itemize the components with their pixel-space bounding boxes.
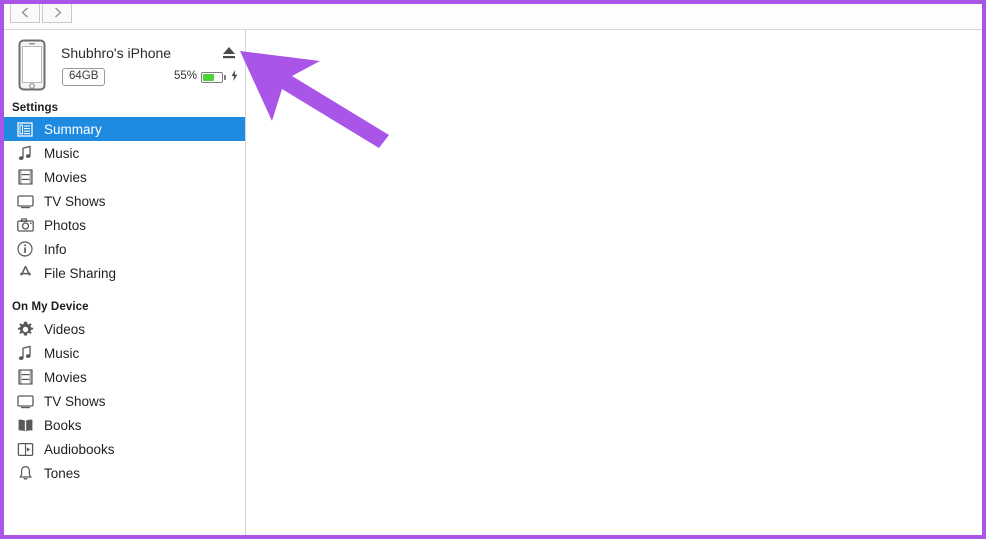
- sidebar-item-music[interactable]: Music: [4, 141, 245, 165]
- info-circle-icon: [14, 239, 36, 259]
- sidebar-item-label: Videos: [44, 321, 86, 337]
- sidebar-item-label: Music: [44, 145, 80, 161]
- sidebar-item-videos[interactable]: Videos: [4, 317, 245, 341]
- top-navigation-bar: [4, 4, 982, 30]
- sidebar-item-device-movies[interactable]: Movies: [4, 365, 245, 389]
- sidebar-item-label: Books: [44, 417, 82, 433]
- eject-button[interactable]: [219, 44, 239, 62]
- sidebar-item-label: Photos: [44, 217, 87, 233]
- audiobook-icon: [14, 439, 36, 459]
- film-strip-icon: [14, 167, 36, 187]
- sidebar-item-label: Info: [44, 241, 67, 257]
- film-strip-icon: [14, 367, 36, 387]
- sidebar-item-label: Audiobooks: [44, 441, 115, 457]
- itunes-device-window: Shubhro's iPhone 64GB 55% Settings Summa…: [0, 0, 986, 539]
- sidebar-item-tones[interactable]: Tones: [4, 461, 245, 485]
- tv-monitor-icon: [14, 391, 36, 411]
- file-sharing-icon: [14, 263, 36, 283]
- music-note-icon: [14, 143, 36, 163]
- iphone-icon: [16, 39, 48, 91]
- sidebar-item-label: TV Shows: [44, 393, 106, 409]
- music-note-icon: [14, 343, 36, 363]
- settings-section-title: Settings: [12, 102, 59, 114]
- sidebar-item-label: Tones: [44, 465, 81, 481]
- bell-icon: [14, 463, 36, 483]
- device-header: Shubhro's iPhone 64GB 55%: [4, 30, 245, 95]
- battery-cap: [224, 74, 227, 80]
- chevron-right-icon: [52, 6, 63, 19]
- camera-icon: [14, 215, 36, 235]
- device-capacity-badge: 64GB: [62, 68, 106, 86]
- sidebar-item-label: Movies: [44, 169, 87, 185]
- forward-button[interactable]: [42, 4, 72, 23]
- sidebar-item-label: Movies: [44, 369, 87, 385]
- sidebar-item-label: TV Shows: [44, 193, 106, 209]
- device-name: Shubhro's iPhone: [61, 45, 172, 61]
- open-book-icon: [14, 415, 36, 435]
- battery-percent-label: 55%: [174, 70, 198, 83]
- summary-content-pane: [246, 30, 982, 535]
- sidebar-item-device-tv-shows[interactable]: TV Shows: [4, 389, 245, 413]
- sidebar-item-photos[interactable]: Photos: [4, 213, 245, 237]
- nav-button-group: [10, 4, 72, 23]
- tv-monitor-icon: [14, 191, 36, 211]
- sidebar-item-label: Music: [44, 345, 80, 361]
- back-button[interactable]: [10, 4, 40, 23]
- sidebar-item-summary[interactable]: Summary: [4, 117, 245, 141]
- lightning-bolt-icon: [231, 70, 238, 84]
- sidebar-item-movies[interactable]: Movies: [4, 165, 245, 189]
- gear-icon: [14, 319, 36, 339]
- on-my-device-section-title: On My Device: [12, 301, 89, 313]
- sidebar-item-label: File Sharing: [44, 265, 117, 281]
- sidebar-item-audiobooks[interactable]: Audiobooks: [4, 437, 245, 461]
- summary-list-icon: [14, 119, 36, 139]
- sidebar-item-device-music[interactable]: Music: [4, 341, 245, 365]
- sidebar-item-tv-shows[interactable]: TV Shows: [4, 189, 245, 213]
- sidebar-item-info[interactable]: Info: [4, 237, 245, 261]
- battery-status: 55%: [174, 70, 238, 84]
- sidebar-item-books[interactable]: Books: [4, 413, 245, 437]
- chevron-left-icon: [20, 6, 31, 19]
- sidebar-item-label: Summary: [44, 121, 102, 137]
- eject-icon: [219, 47, 239, 66]
- device-sidebar: Shubhro's iPhone 64GB 55% Settings Summa…: [4, 30, 246, 535]
- battery-fill: [203, 73, 215, 81]
- sidebar-item-file-sharing[interactable]: File Sharing: [4, 261, 245, 285]
- battery-icon: [201, 71, 224, 83]
